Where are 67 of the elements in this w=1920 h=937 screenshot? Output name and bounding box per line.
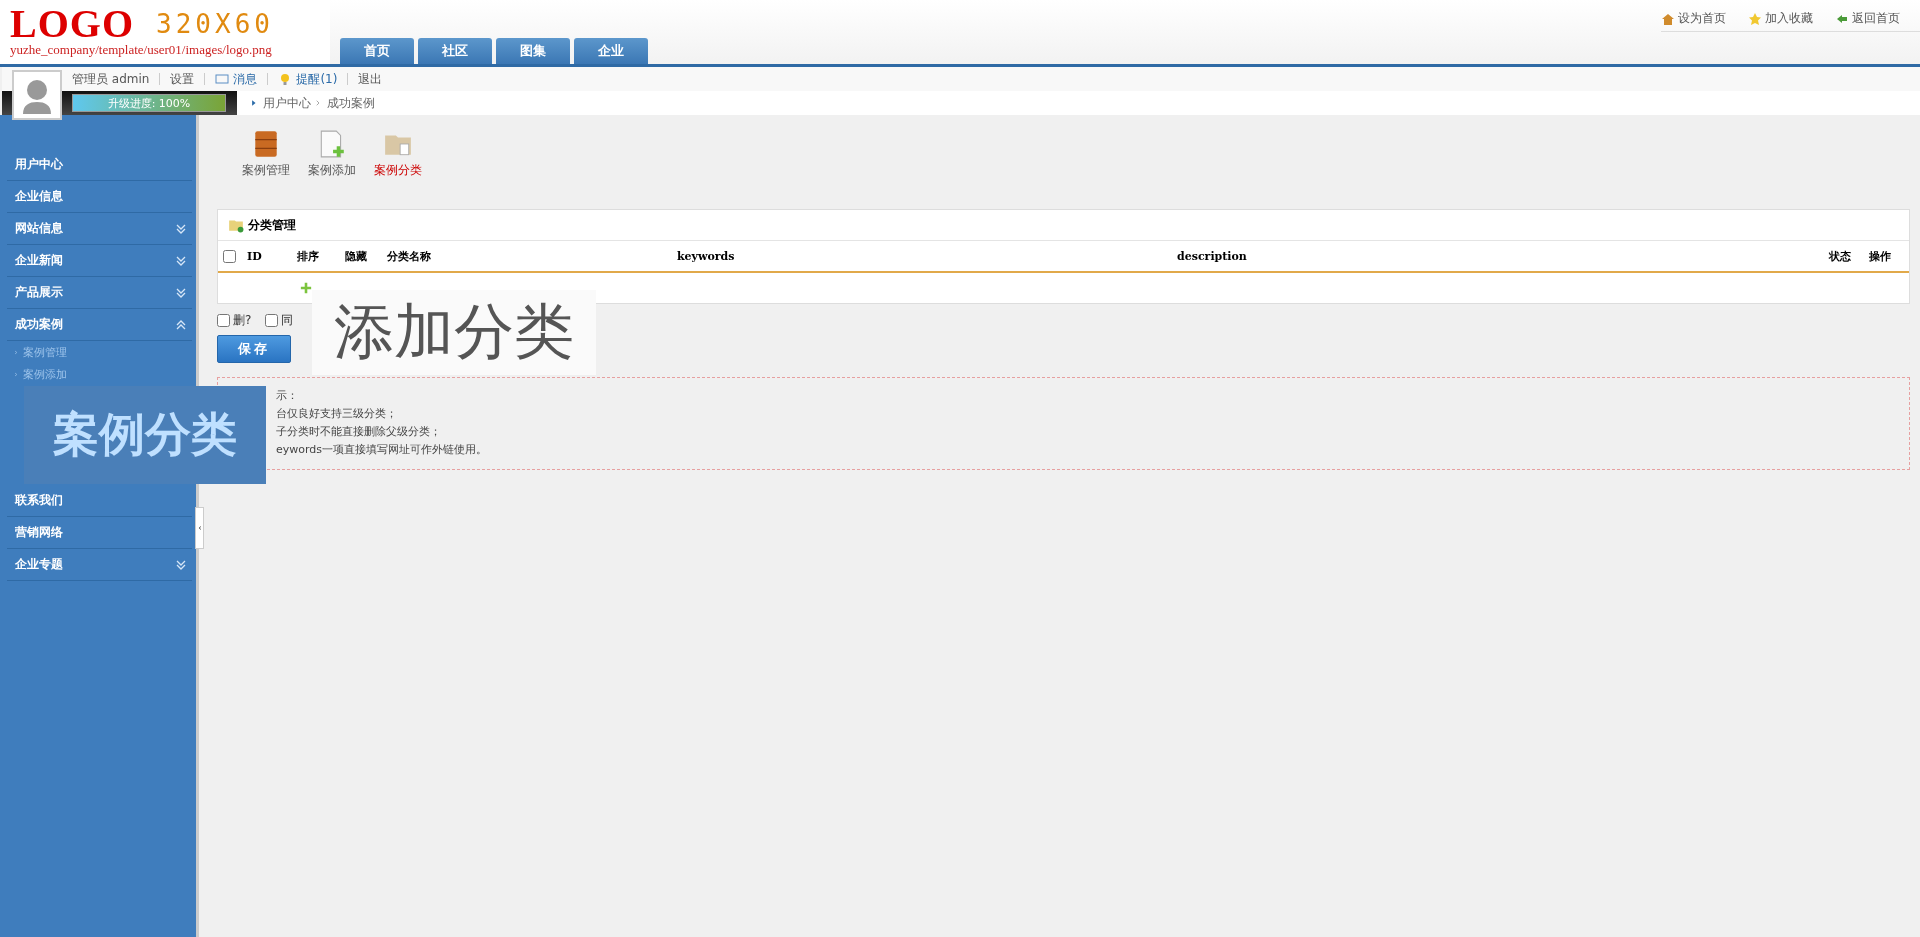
toolbar-item[interactable]: 案例管理 <box>242 129 290 193</box>
logo-text: LOGO <box>10 6 135 42</box>
chevron-left-icon <box>197 525 202 531</box>
save-button[interactable]: 保存 <box>217 335 291 363</box>
top-link[interactable]: 设为首页 <box>1661 10 1726 27</box>
envelope-icon <box>215 72 230 86</box>
column-header: 分类名称 <box>387 248 432 264</box>
nav-tab[interactable]: 企业 <box>574 38 648 64</box>
tip-text: 子分类时不能直接删除父级分类； <box>276 424 442 439</box>
breadcrumb-item[interactable]: 成功案例 <box>327 94 375 112</box>
column-header: description <box>1177 249 1248 263</box>
magnified-label-tooltip: 案例分类 <box>24 386 266 484</box>
chevron-right-icon <box>14 348 19 356</box>
sidebar-item[interactable]: 企业新闻 <box>7 245 192 277</box>
sidebar-subitem[interactable]: 案例管理 <box>0 341 196 363</box>
sidebar-item[interactable]: 用户中心 <box>7 149 192 181</box>
tip-text: 示： <box>276 388 299 403</box>
breadcrumb-item[interactable]: 用户中心 <box>263 94 311 112</box>
sidebar-item[interactable]: 营销网络 <box>7 517 192 549</box>
nav-tab[interactable]: 首页 <box>340 38 414 64</box>
settings-link[interactable]: 设置 <box>170 70 195 88</box>
column-header: 排序 <box>297 248 320 264</box>
toolbar-item[interactable]: 案例分类 <box>374 129 422 193</box>
column-header: 操作 <box>1869 248 1892 264</box>
double-chevron-down-icon <box>176 223 186 234</box>
option-label: 同 <box>281 312 294 329</box>
nav-tab[interactable]: 社区 <box>418 38 492 64</box>
sidebar-item[interactable]: 产品展示 <box>7 277 192 309</box>
messages-link[interactable]: 消息 <box>215 70 258 88</box>
option-checkbox[interactable] <box>265 314 279 327</box>
double-chevron-up-icon <box>176 319 186 330</box>
column-header: 状态 <box>1829 248 1852 264</box>
sidebar-item[interactable]: 网站信息 <box>7 213 192 245</box>
double-chevron-down-icon <box>176 255 186 266</box>
top-link[interactable]: 返回首页 <box>1835 10 1900 27</box>
column-header: ID <box>247 249 263 263</box>
tip-text: eywords一项直接填写网址可作外链使用。 <box>276 442 489 457</box>
user-name: 管理员 admin <box>72 70 150 88</box>
progress-label: 升级进度: 100% <box>106 95 192 111</box>
star-icon <box>1748 11 1762 26</box>
select-all-checkbox[interactable] <box>223 249 236 263</box>
toolbar-item[interactable]: 案例添加 <box>308 129 356 193</box>
folder-add-icon <box>228 217 244 233</box>
magnified-label-tooltip: 添加分类 <box>312 290 596 375</box>
panel-title: 分类管理 <box>248 216 296 234</box>
plus-icon <box>300 282 312 294</box>
column-header: keywords <box>677 249 736 263</box>
top-link[interactable]: 加入收藏 <box>1748 10 1813 27</box>
sidebar-item[interactable]: 成功案例 <box>7 309 192 341</box>
logout-link[interactable]: 退出 <box>358 70 383 88</box>
sidebar-subitem[interactable]: 案例添加 <box>0 363 196 385</box>
reminders-link[interactable]: 提醒(1) <box>278 70 338 88</box>
double-chevron-down-icon <box>176 287 186 298</box>
nav-tab[interactable]: 图集 <box>496 38 570 64</box>
chevron-right-icon <box>14 370 19 378</box>
logo-size-text: 320X60 <box>156 9 274 39</box>
house-icon <box>1661 11 1675 26</box>
logo-path-text: yuzhe_company/template/user01/images/logo.png <box>10 42 273 58</box>
tip-text: 台仅良好支持三级分类； <box>276 406 398 421</box>
sidebar-item[interactable]: 企业专题 <box>7 549 192 581</box>
double-chevron-down-icon <box>176 559 186 570</box>
column-header: 隐藏 <box>345 248 368 264</box>
sidebar-item[interactable]: 企业信息 <box>7 181 192 213</box>
collapse-handle[interactable] <box>195 507 204 549</box>
option-label: 删? <box>233 312 252 329</box>
option-checkbox[interactable] <box>217 314 230 327</box>
sidebar-item[interactable]: 联系我们 <box>7 485 192 517</box>
